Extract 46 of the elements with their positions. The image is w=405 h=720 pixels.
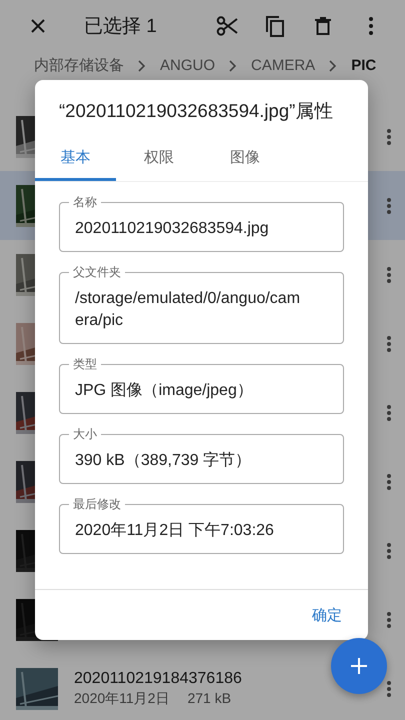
tab[interactable]: 图像 xyxy=(202,137,288,181)
close-icon xyxy=(30,18,46,34)
field-label: 类型 xyxy=(69,357,101,371)
breadcrumb-item[interactable]: 内部存储设备 xyxy=(34,57,124,75)
selection-count: 已选择 1 xyxy=(84,15,158,39)
dialog-title: “2020110219032683594.jpg”属性 xyxy=(58,99,334,123)
text-field[interactable]: 父文件夹 /storage/emulated/0/anguo/camera/pic xyxy=(59,265,344,344)
text-field[interactable]: 大小 390 kB（389,739 字节） xyxy=(59,427,344,484)
field-label: 大小 xyxy=(69,427,101,441)
chevron-icon xyxy=(229,60,238,72)
more-icon[interactable] xyxy=(387,680,391,696)
more-icon xyxy=(369,17,373,35)
breadcrumb-item[interactable]: PIC xyxy=(351,57,376,75)
text-field[interactable]: 名称 2020110219032683594.jpg xyxy=(59,195,344,252)
chevron-icon xyxy=(138,60,146,72)
field-value: /storage/emulated/0/anguo/camera/pic xyxy=(75,289,302,331)
copy-icon xyxy=(265,15,285,37)
field-value: 2020年11月2日 下午7:03:26 xyxy=(75,521,275,541)
more-icon[interactable] xyxy=(387,474,391,490)
more-icon[interactable] xyxy=(387,198,391,214)
scissors-icon xyxy=(216,16,238,36)
plus-icon xyxy=(351,658,367,674)
text-field[interactable]: 最后修改 2020年11月2日 下午7:03:26 xyxy=(59,497,344,554)
field-value: 2020110219032683594.jpg xyxy=(75,219,270,239)
file-date: 2020年11月2日 xyxy=(74,690,170,708)
field-value: 390 kB（389,739 字节） xyxy=(75,450,252,471)
file-size: 271 kB xyxy=(187,690,232,708)
chevron-icon xyxy=(329,60,338,72)
more-icon[interactable] xyxy=(387,266,391,282)
more-icon[interactable] xyxy=(387,612,391,628)
field-value: JPG 图像（image/jpeg） xyxy=(75,381,254,401)
more-icon[interactable] xyxy=(387,128,391,144)
more-icon[interactable] xyxy=(387,542,391,558)
breadcrumb-item[interactable]: CAMERA xyxy=(251,57,316,75)
text-field[interactable]: 类型 JPG 图像（image/jpeg） xyxy=(59,357,344,414)
trash-icon xyxy=(315,17,331,35)
field-label: 父文件夹 xyxy=(69,265,125,279)
file-name: 2020110219184376186 xyxy=(74,670,243,688)
breadcrumb-item[interactable]: ANGUO xyxy=(160,57,216,75)
tab[interactable]: 权限 xyxy=(116,137,202,181)
more-icon[interactable] xyxy=(387,336,391,352)
ok-button[interactable]: 确定 xyxy=(302,598,352,632)
more-icon[interactable] xyxy=(387,404,391,420)
field-label: 最后修改 xyxy=(69,497,125,511)
tab[interactable]: 基本 xyxy=(35,137,116,181)
field-label: 名称 xyxy=(69,195,101,209)
